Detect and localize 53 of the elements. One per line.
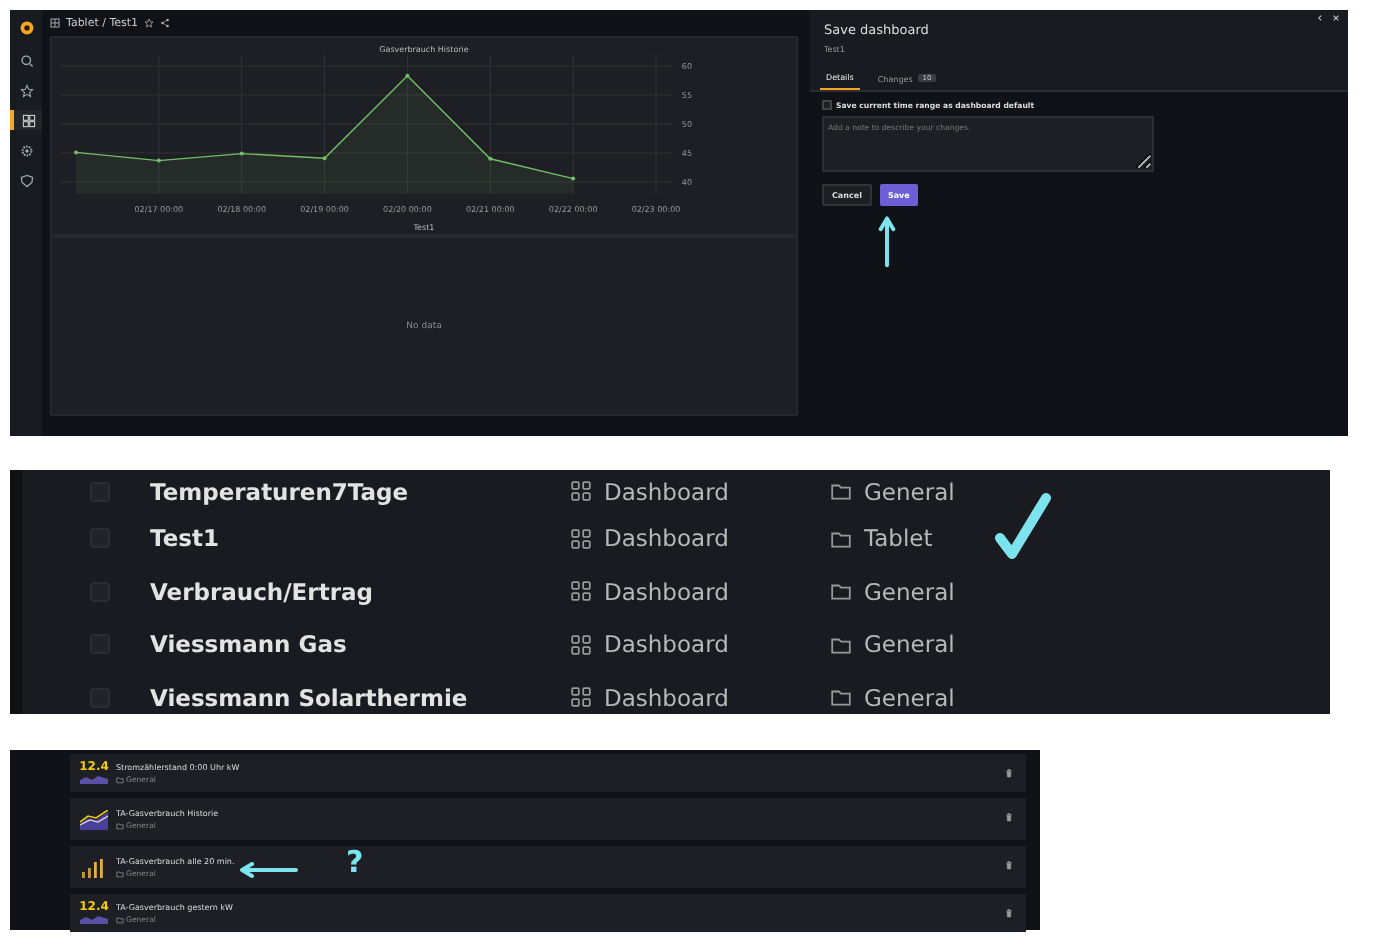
sidebar-item[interactable] [10, 110, 42, 130]
area-chart-icon [80, 914, 108, 924]
folder-icon [116, 915, 124, 923]
dashboard-name[interactable]: Viessmann Solarthermie [150, 683, 570, 712]
grid-icon [570, 480, 592, 502]
type-label: Dashboard [604, 477, 729, 505]
trash-icon[interactable] [1004, 908, 1014, 918]
folder-label: General [864, 577, 955, 606]
share-icon[interactable] [160, 18, 171, 28]
gear-icon [19, 143, 33, 157]
question-mark-annotation: ? [346, 848, 364, 878]
grid-icon [570, 686, 592, 709]
type-label: Dashboard [604, 630, 729, 659]
folder-icon [830, 580, 852, 603]
trash-icon[interactable] [1004, 812, 1014, 822]
close-icon[interactable] [1332, 14, 1340, 22]
folder-icon [116, 775, 124, 783]
checkmark-annotation [994, 490, 1054, 562]
bar-chart-icon [80, 857, 108, 877]
dashboard-name[interactable]: Verbrauch/Ertrag [150, 577, 570, 606]
dashboard-name[interactable]: Viessmann Gas [150, 630, 570, 659]
shield-icon [19, 173, 33, 187]
arrow-annotation [878, 212, 896, 268]
folder-icon [830, 480, 852, 502]
dashboard-name[interactable]: Temperaturen7Tage [150, 477, 570, 505]
type-label: Dashboard [604, 524, 729, 553]
folder-icon [116, 869, 124, 877]
folder-icon [116, 821, 124, 829]
grid-icon [570, 527, 592, 550]
trash-icon[interactable] [1004, 768, 1014, 778]
folder-label: Tablet [864, 524, 933, 553]
folder-icon [830, 633, 852, 656]
star-icon[interactable] [144, 18, 155, 28]
folder-label: General [864, 683, 955, 712]
type-label: Dashboard [604, 577, 729, 606]
dashboards-icon [21, 113, 35, 127]
dashboards-icon [50, 18, 60, 28]
grid-icon [570, 580, 592, 603]
folder-icon [830, 686, 852, 709]
folder-label: General [864, 477, 955, 505]
logo-icon[interactable] [17, 18, 35, 36]
folder-icon [830, 527, 852, 550]
folder-label: General [864, 630, 955, 659]
type-label: Dashboard [604, 683, 729, 712]
star-icon [19, 83, 33, 97]
checkbox[interactable] [822, 100, 832, 110]
area-chart-icon [80, 774, 108, 784]
graph-icon [80, 809, 108, 829]
dashboard-name[interactable]: Test1 [150, 524, 570, 553]
search-icon [19, 53, 33, 67]
arrow-annotation [238, 862, 298, 878]
grid-icon [570, 633, 592, 656]
trash-icon[interactable] [1004, 860, 1014, 870]
